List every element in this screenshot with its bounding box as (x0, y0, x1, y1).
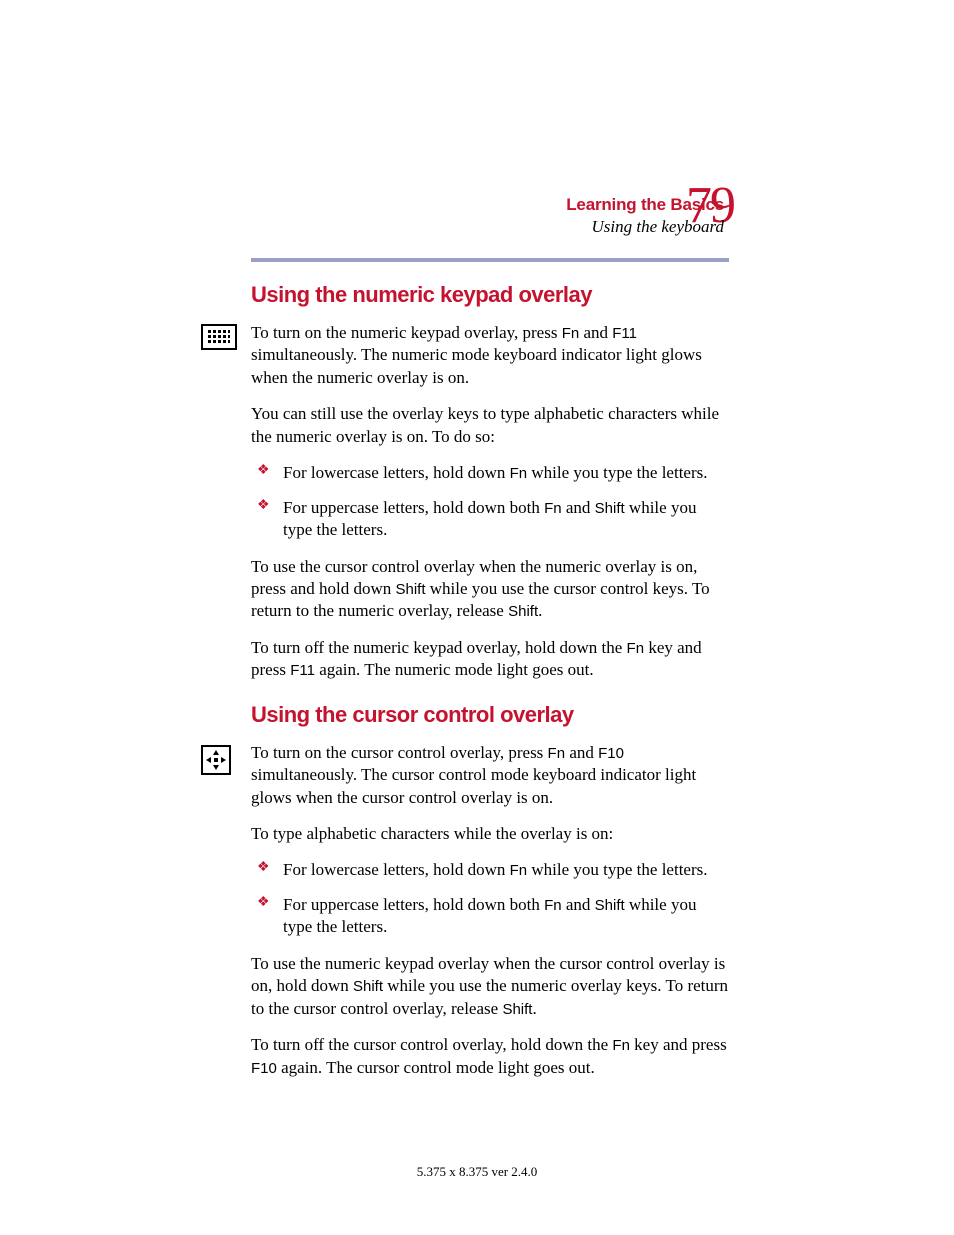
list-item: For uppercase letters, hold down both Fn… (251, 497, 729, 542)
paragraph: To use the cursor control overlay when t… (251, 556, 729, 623)
text: and (579, 323, 612, 342)
heading-cursor-overlay: Using the cursor control overlay (251, 702, 729, 728)
key-shift: Shift (595, 897, 625, 914)
paragraph: To turn off the cursor control overlay, … (251, 1034, 729, 1079)
key-shift: Shift (502, 1001, 532, 1018)
text: and (565, 743, 598, 762)
paragraph: To turn off the numeric keypad overlay, … (251, 637, 729, 682)
list-item: For lowercase letters, hold down Fn whil… (251, 859, 729, 881)
text: For lowercase letters, hold down (283, 463, 510, 482)
text: For lowercase letters, hold down (283, 860, 510, 879)
text: . (532, 999, 536, 1018)
text: while you type the letters. (527, 463, 707, 482)
text: To turn off the cursor control overlay, … (251, 1035, 612, 1054)
key-shift: Shift (595, 500, 625, 517)
section-title: Using the keyboard (224, 217, 724, 237)
key-fn: Fn (612, 1037, 630, 1054)
key-fn: Fn (548, 745, 566, 762)
chapter-title: Learning the Basics (224, 195, 724, 215)
section-numeric-overlay: Using the numeric keypad overlay To turn… (251, 282, 729, 682)
running-head: Learning the Basics Using the keyboard (224, 195, 724, 237)
key-fn: Fn (627, 640, 645, 657)
list-item: For uppercase letters, hold down both Fn… (251, 894, 729, 939)
key-fn: Fn (562, 325, 580, 342)
paragraph: You can still use the overlay keys to ty… (251, 403, 729, 448)
paragraph: To type alphabetic characters while the … (251, 823, 729, 845)
text: while you type the letters. (527, 860, 707, 879)
list-item: For lowercase letters, hold down Fn whil… (251, 462, 729, 484)
numeric-keypad-icon (201, 324, 237, 350)
key-fn: Fn (510, 862, 528, 879)
key-f11: F11 (290, 662, 315, 679)
key-fn: Fn (510, 465, 528, 482)
footer-text: 5.375 x 8.375 ver 2.4.0 (0, 1164, 954, 1180)
text: simultaneously. The cursor control mode … (251, 765, 696, 806)
key-fn: Fn (544, 897, 562, 914)
text: simultaneously. The numeric mode keyboar… (251, 345, 702, 386)
key-shift: Shift (508, 603, 538, 620)
paragraph: To use the numeric keypad overlay when t… (251, 953, 729, 1020)
key-fn: Fn (544, 500, 562, 517)
bullet-list: For lowercase letters, hold down Fn whil… (251, 859, 729, 938)
bullet-list: For lowercase letters, hold down Fn whil… (251, 462, 729, 541)
paragraph: To turn on the numeric keypad overlay, p… (251, 322, 729, 389)
header-rule (251, 258, 729, 262)
key-f10: F10 (251, 1060, 277, 1077)
text: To turn on the numeric keypad overlay, p… (251, 323, 562, 342)
key-shift: Shift (353, 978, 383, 995)
key-shift: Shift (395, 581, 425, 598)
text: . (538, 601, 542, 620)
text: For uppercase letters, hold down both (283, 895, 544, 914)
cursor-control-icon (201, 745, 231, 775)
key-f11: F11 (612, 325, 637, 342)
paragraph: To turn on the cursor control overlay, p… (251, 742, 729, 809)
body-content: Using the numeric keypad overlay To turn… (251, 282, 729, 1093)
text: key and press (630, 1035, 727, 1054)
key-f10: F10 (598, 745, 624, 762)
text: For uppercase letters, hold down both (283, 498, 544, 517)
text: To turn off the numeric keypad overlay, … (251, 638, 627, 657)
text: again. The numeric mode light goes out. (315, 660, 594, 679)
text: To turn on the cursor control overlay, p… (251, 743, 548, 762)
text: again. The cursor control mode light goe… (277, 1058, 595, 1077)
heading-numeric-overlay: Using the numeric keypad overlay (251, 282, 729, 308)
text: and (562, 498, 595, 517)
section-cursor-overlay: Using the cursor control overlay To turn… (251, 702, 729, 1079)
page: 79 Learning the Basics Using the keyboar… (0, 0, 954, 1235)
text: and (562, 895, 595, 914)
